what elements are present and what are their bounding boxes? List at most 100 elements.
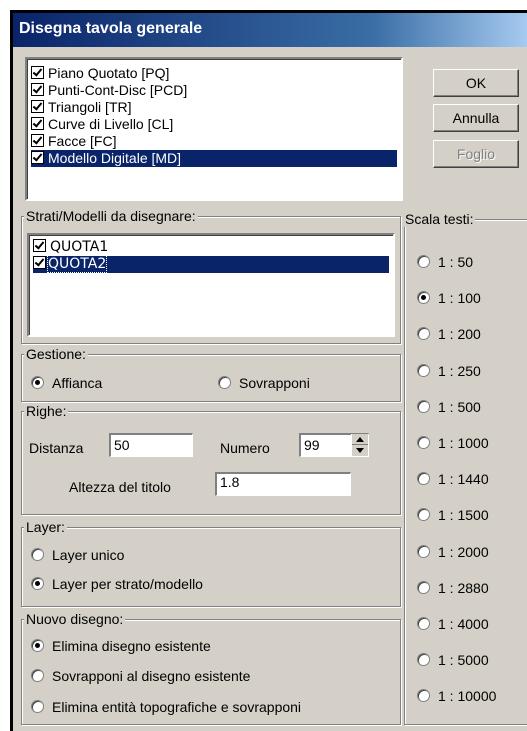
radio-label: 1 : 100 [438, 290, 481, 307]
list-item-label: Facce [FC] [48, 133, 117, 149]
radio-unchecked-icon[interactable] [417, 436, 430, 449]
window-title: Disegna tavola generale [19, 20, 203, 37]
spin-divider [352, 444, 368, 445]
list-item-pq[interactable]: Piano Quotato [PQ] [31, 65, 173, 82]
radio-unchecked-icon[interactable] [417, 544, 430, 558]
checkbox-icon[interactable] [33, 239, 46, 252]
text-scale-group-label: Scala testi: [404, 211, 476, 227]
list-item-label: Modello Digitale [MD] [48, 150, 182, 166]
radio-unchecked-icon[interactable] [417, 399, 430, 413]
layers-listbox[interactable]: QUOTA1 QUOTA2 [27, 233, 395, 337]
layer-unico-radio[interactable]: Layer unico [31, 547, 124, 563]
list-item-label: Punti-Cont-Disc [PCD] [48, 82, 188, 98]
layer-per-strato-radio[interactable]: Layer per strato/modello [31, 576, 203, 592]
affianca-radio[interactable]: Affianca [31, 375, 102, 391]
scale-radio-2[interactable]: 1 : 200 [417, 326, 481, 342]
radio-checked-icon[interactable] [417, 291, 430, 305]
number-spinner[interactable] [351, 434, 368, 456]
radio-unchecked-icon[interactable] [417, 327, 430, 341]
checkbox-icon[interactable] [33, 256, 46, 269]
scale-radio-7[interactable]: 1 : 1500 [417, 507, 489, 523]
radio-unchecked-icon[interactable] [31, 700, 44, 713]
title-bar[interactable]: Disegna tavola generale [13, 13, 527, 47]
list-item-label: QUOTA2 [46, 255, 108, 273]
radio-unchecked-icon[interactable] [417, 580, 430, 594]
radio-label: 1 : 1500 [438, 507, 489, 524]
radio-unchecked-icon[interactable] [417, 653, 430, 667]
ok-button[interactable]: OK [433, 69, 519, 97]
title-height-input[interactable]: 1.8 [215, 472, 351, 496]
radio-label: 1 : 5000 [438, 652, 489, 669]
radio-label: Elimina disegno esistente [52, 638, 211, 654]
list-item-label: QUOTA1 [50, 239, 109, 255]
sovrapponi-disegno-radio[interactable]: Sovrapponi al disegno esistente [31, 668, 250, 684]
list-item-fc[interactable]: Facce [FC] [31, 133, 120, 150]
elimina-entita-radio[interactable]: Elimina entità topografiche e sovrapponi [31, 699, 301, 715]
list-item-tr[interactable]: Triangoli [TR] [31, 99, 136, 116]
radio-label: 1 : 50 [438, 254, 474, 270]
list-item-label: Curve di Livello [CL] [48, 116, 174, 132]
radio-label: 1 : 2000 [438, 543, 489, 560]
radio-label: Layer per strato/modello [52, 576, 203, 592]
number-label: Numero [220, 440, 270, 456]
checkbox-icon[interactable] [31, 66, 44, 79]
radio-unchecked-icon[interactable] [417, 508, 430, 522]
layers-group-label: Strati/Modelli da disegnare: [24, 208, 198, 224]
scale-radio-6[interactable]: 1 : 1440 [417, 471, 489, 487]
radio-label: 1 : 1000 [438, 435, 489, 451]
radio-unchecked-icon[interactable] [31, 669, 44, 682]
new-drawing-group-label: Nuovo disegno: [24, 611, 126, 627]
radio-label: Sovrapponi al disegno esistente [52, 668, 251, 684]
checkbox-icon[interactable] [31, 117, 44, 130]
radio-label: 1 : 200 [438, 326, 481, 343]
spin-down-icon[interactable] [356, 448, 364, 453]
radio-label: Affianca [52, 375, 103, 391]
scale-radio-0[interactable]: 1 : 50 [417, 254, 473, 270]
checkbox-icon[interactable] [31, 83, 44, 96]
tables-listbox[interactable]: Piano Quotato [PQ] Punti-Cont-Disc [PCD]… [25, 57, 403, 201]
checkbox-icon[interactable] [31, 134, 44, 147]
distance-input[interactable]: 50 [109, 433, 193, 457]
radio-label: 1 : 500 [438, 398, 481, 415]
radio-unchecked-icon[interactable] [218, 376, 231, 389]
spin-up-icon[interactable] [356, 437, 364, 442]
list-item-quota1[interactable]: QUOTA1 [33, 239, 112, 256]
scale-radio-11[interactable]: 1 : 5000 [417, 652, 489, 668]
distance-label: Distanza [29, 440, 84, 456]
checkbox-icon[interactable] [31, 151, 44, 164]
elimina-disegno-radio[interactable]: Elimina disegno esistente [31, 638, 211, 654]
scale-radio-9[interactable]: 1 : 2880 [417, 580, 489, 596]
radio-label: 1 : 4000 [438, 616, 489, 632]
sovrapponi-radio[interactable]: Sovrapponi [218, 375, 310, 391]
scale-radio-5[interactable]: 1 : 1000 [417, 435, 489, 451]
scale-radio-3[interactable]: 1 : 250 [417, 363, 481, 379]
list-item-pcd[interactable]: Punti-Cont-Disc [PCD] [31, 82, 191, 99]
list-item-quota2[interactable]: QUOTA2 [33, 255, 389, 273]
radio-checked-icon[interactable] [31, 639, 44, 652]
checkbox-icon[interactable] [31, 100, 44, 113]
radio-checked-icon[interactable] [31, 577, 44, 590]
radio-label: Elimina entità topografiche e sovrapponi [52, 699, 302, 715]
radio-label: Layer unico [52, 547, 125, 563]
sheet-button[interactable]: Foglio [433, 140, 519, 168]
radio-unchecked-icon[interactable] [417, 255, 430, 268]
radio-unchecked-icon[interactable] [417, 617, 430, 630]
radio-label: 1 : 250 [438, 362, 481, 379]
scale-radio-8[interactable]: 1 : 2000 [417, 544, 489, 560]
scale-radio-10[interactable]: 1 : 4000 [417, 616, 489, 632]
radio-unchecked-icon[interactable] [417, 689, 430, 703]
radio-label: Sovrapponi [239, 375, 310, 391]
scale-radio-1[interactable]: 1 : 100 [417, 290, 481, 306]
scale-radio-4[interactable]: 1 : 500 [417, 399, 481, 415]
radio-checked-icon[interactable] [31, 376, 44, 389]
dialog-window: Disegna tavola generale Piano Quotato [P… [10, 10, 527, 731]
radio-label: 1 : 2880 [438, 579, 489, 596]
radio-unchecked-icon[interactable] [417, 472, 430, 486]
layer-group: Layer: [21, 519, 401, 607]
scale-radio-12[interactable]: 1 : 10000 [417, 688, 496, 704]
list-item-cl[interactable]: Curve di Livello [CL] [31, 116, 177, 133]
list-item-md[interactable]: Modello Digitale [MD] [31, 150, 397, 167]
cancel-button[interactable]: Annulla [433, 104, 519, 132]
radio-unchecked-icon[interactable] [31, 548, 44, 561]
radio-unchecked-icon[interactable] [417, 363, 430, 377]
